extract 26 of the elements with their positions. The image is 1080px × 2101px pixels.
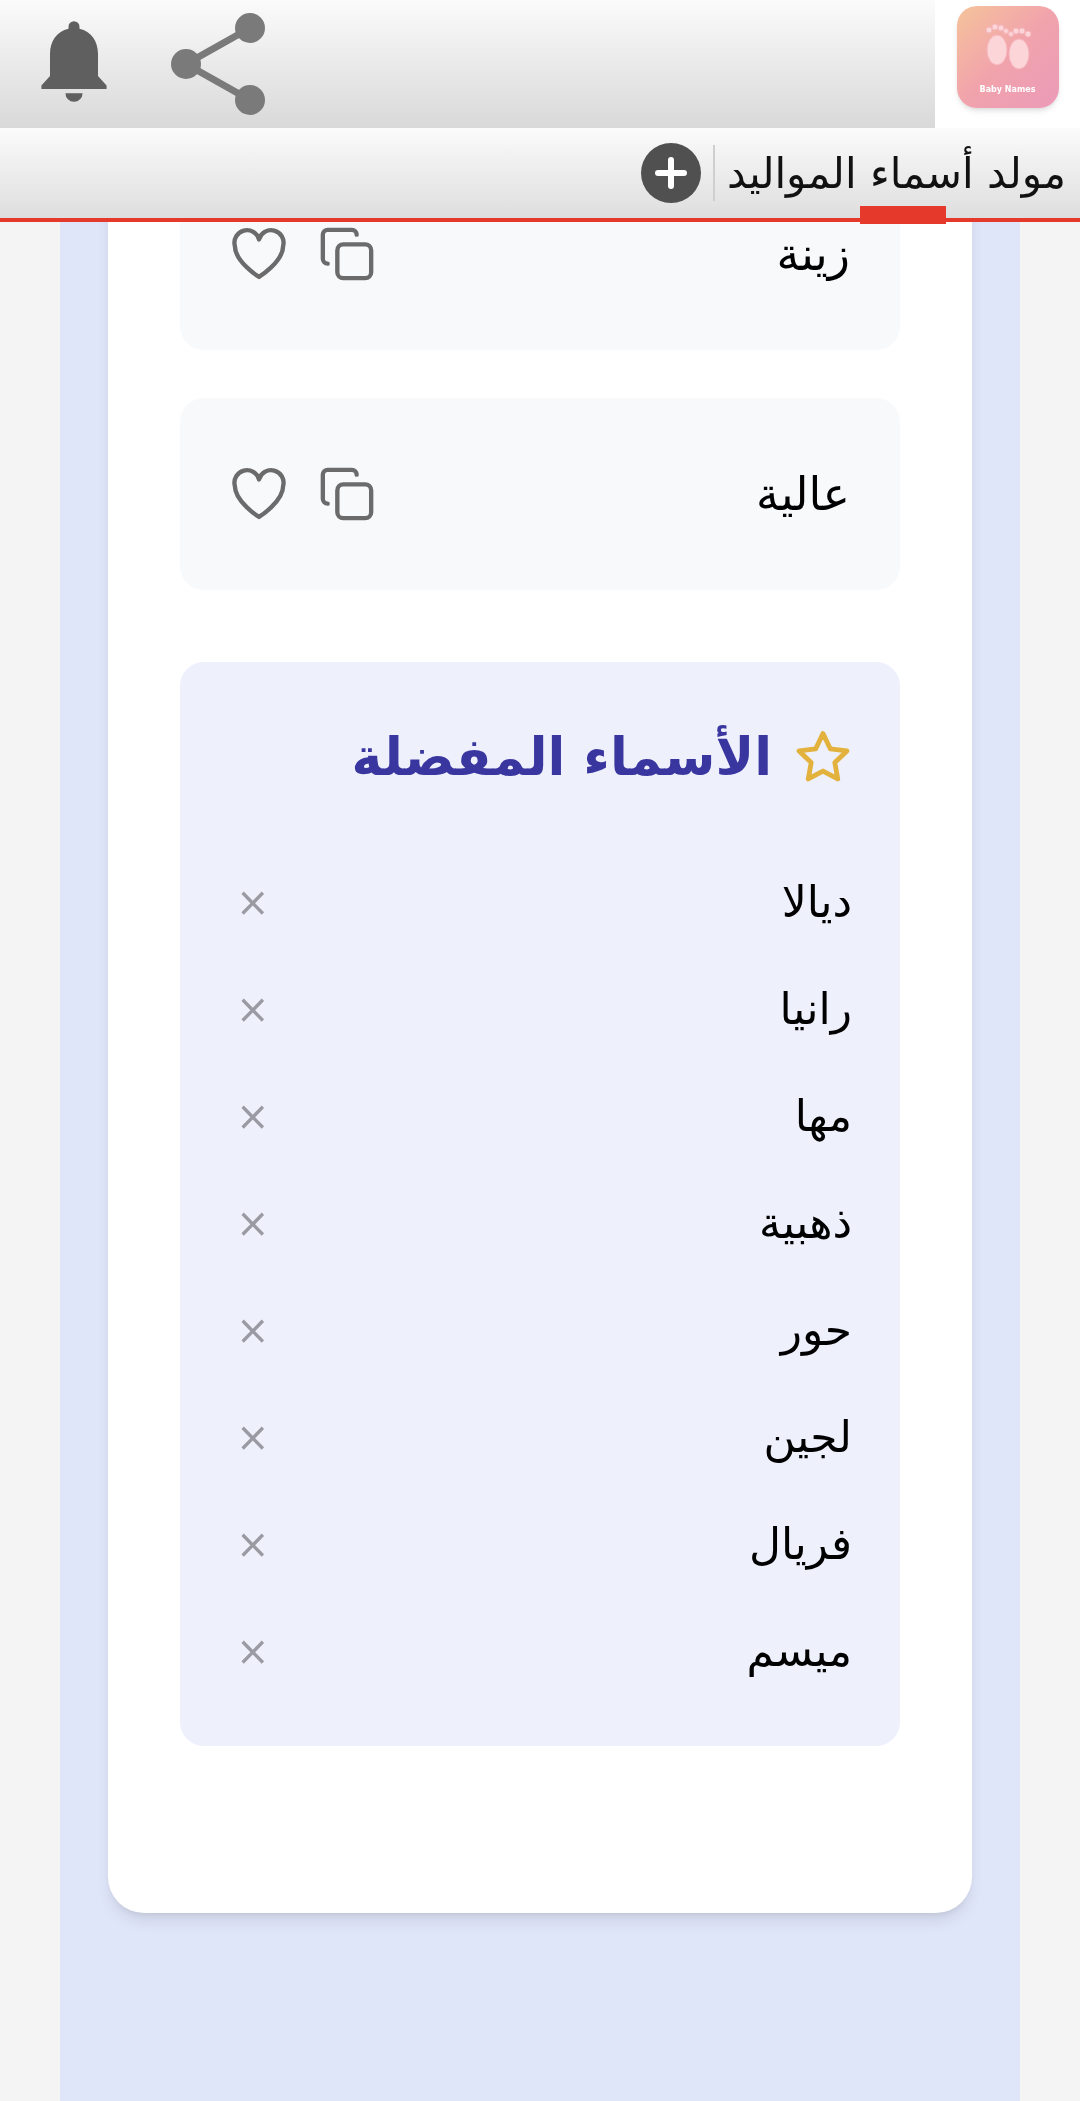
favorite-name: ميسم	[746, 1623, 852, 1679]
name-text: عالية	[755, 465, 850, 523]
favorites-title: الأسماء المفضلة	[351, 724, 772, 789]
favorite-name: رانيا	[779, 981, 852, 1037]
remove-button[interactable]: ×	[232, 1095, 274, 1136]
heart-icon[interactable]	[230, 227, 288, 281]
remove-button[interactable]: ×	[232, 1309, 274, 1350]
remove-button[interactable]: ×	[232, 1416, 274, 1457]
copy-icon[interactable]	[318, 465, 376, 523]
favorite-name: ديالا	[781, 874, 852, 929]
favorite-name: ذهبية	[759, 1195, 852, 1250]
heart-icon[interactable]	[230, 467, 288, 521]
name-text: زينة	[776, 225, 850, 283]
remove-button[interactable]: ×	[232, 1202, 274, 1243]
favorite-name: حور	[780, 1302, 852, 1358]
copy-icon[interactable]	[318, 225, 376, 283]
app-icon-label: Baby Names	[979, 84, 1036, 96]
remove-button[interactable]: ×	[232, 881, 274, 922]
remove-button[interactable]: ×	[232, 1630, 274, 1671]
remove-button[interactable]: ×	[232, 1523, 274, 1564]
app-icon[interactable]: Baby Names	[956, 6, 1059, 108]
favorite-name: لجين	[763, 1409, 852, 1465]
favorite-name: فريال	[749, 1516, 852, 1572]
plus-icon	[653, 156, 688, 190]
remove-button[interactable]: ×	[232, 988, 274, 1029]
favorite-name: مها	[794, 1088, 852, 1144]
